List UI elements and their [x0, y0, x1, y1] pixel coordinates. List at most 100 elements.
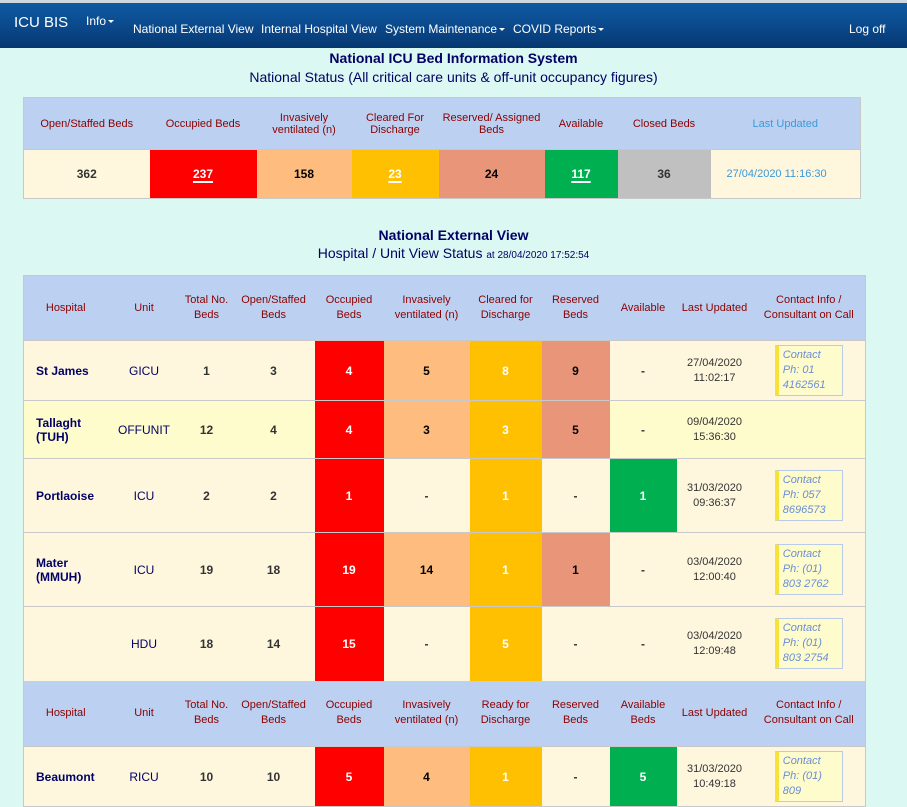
- header-ventilated: Invasively ventilated (n): [256, 97, 352, 150]
- cell-total-beds: 18: [180, 606, 233, 681]
- cell-total-beds: 19: [180, 532, 233, 607]
- header-occupied: Occupied Beds: [314, 275, 384, 341]
- nav-system-maintenance-label: System Maintenance: [385, 22, 498, 36]
- table-row: Beaumont RICU 10 10 5 4 1-5 31/03/2020 10:49:18 C…: [23, 746, 866, 807]
- header-occupied: Occupied Beds: [149, 97, 257, 150]
- cell-available: 1: [609, 458, 677, 533]
- header-reserved: Reserved Beds: [541, 275, 610, 341]
- table-row: St James GICU 1 3 4 5 8 9-27/04/2020 11:02:17 Con…: [23, 340, 866, 401]
- external-title: National External View: [378, 227, 529, 243]
- cell-ventilated: -: [383, 458, 470, 533]
- logoff-link[interactable]: Log off: [849, 22, 885, 36]
- value-ventilated: 158: [256, 149, 352, 199]
- nav-national-external-view[interactable]: National External View: [133, 22, 254, 36]
- header-hospital: Hospital: [23, 680, 108, 747]
- header-closed: Closed Beds: [617, 97, 711, 150]
- external-subtitle: Hospital / Unit View Status: [317, 245, 483, 261]
- cleared-link[interactable]: 23: [388, 167, 401, 181]
- nav-info-label: Info: [86, 14, 107, 28]
- header-hospital: Hospital: [23, 275, 108, 341]
- cell-reserved: 5: [541, 400, 610, 459]
- header-ventilated: Invasively ventilated (n): [383, 275, 470, 341]
- cell-contact-info: Contact Ph: (01) 803 2762: [752, 532, 866, 607]
- national-header-row: Open/Staffed Beds Occupied Beds Invasive…: [23, 97, 861, 150]
- cell-last-updated: 31/03/2020 09:36:37: [676, 458, 753, 533]
- updated-date: 03/04/2020: [686, 555, 743, 568]
- updated-time: 11:02:17: [693, 371, 736, 384]
- contact-phone: Contact Ph: (01) 803 2762: [774, 544, 843, 595]
- cell-occupied: 15: [314, 606, 384, 681]
- value-last-updated: 27/04/2020 11:16:30: [710, 149, 861, 199]
- external-timestamp: at 28/04/2020 17:52:54: [486, 250, 590, 261]
- cell-unit: RICU: [107, 746, 181, 807]
- header-open-staffed: Open/Staffed Beds: [23, 97, 150, 150]
- header-total-beds: Total No. Beds: [180, 275, 233, 341]
- cell-ventilated: 4: [383, 746, 470, 807]
- updated-time: 10:49:18: [693, 777, 736, 790]
- brand-logo[interactable]: ICU BIS: [14, 14, 68, 31]
- top-navbar: ICU BIS Info National External View Inte…: [0, 0, 907, 48]
- header-open-staffed: Open/Staffed Beds: [232, 680, 315, 747]
- cell-open-staffed: 4: [232, 400, 315, 459]
- cell-contact-info: [752, 400, 866, 459]
- nav-covid-reports-menu[interactable]: COVID Reports: [513, 22, 605, 36]
- cell-hospital: Beaumont: [23, 746, 108, 807]
- header-last-updated: Last Updated: [676, 275, 753, 341]
- cell-total-beds: 2: [180, 458, 233, 533]
- cell-reserved: 9: [541, 340, 610, 401]
- cell-available: 5: [609, 746, 677, 807]
- cell-hospital: Portlaoise: [23, 458, 108, 533]
- cell-cleared: 1: [469, 458, 542, 533]
- nav-system-maintenance-menu[interactable]: System Maintenance: [385, 22, 506, 36]
- cell-open-staffed: 18: [232, 532, 315, 607]
- updated-date: 09/04/2020: [686, 415, 743, 428]
- header-cleared: Cleared For Discharge: [351, 97, 439, 150]
- cell-available: -: [609, 532, 677, 607]
- header-cleared: Ready for Discharge: [469, 680, 542, 747]
- header-cleared: Cleared for Discharge: [469, 275, 542, 341]
- header-ventilated: Invasively ventilated (n): [383, 680, 470, 747]
- header-unit: Unit: [107, 680, 181, 747]
- cell-cleared: 1: [469, 532, 542, 607]
- cell-contact-info: Contact Ph: (01) 809: [752, 746, 866, 807]
- nav-info-menu[interactable]: Info: [86, 14, 115, 28]
- cell-total-beds: 12: [180, 400, 233, 459]
- cell-occupied: 4: [314, 400, 384, 459]
- available-link[interactable]: 117: [571, 167, 590, 181]
- occupied-link[interactable]: 237: [193, 167, 213, 181]
- table-row: Mater (MMUH) ICU 19 18 19 14 1 1-03/04/2020 12:0…: [23, 532, 866, 607]
- external-subtitle-wrap: Hospital / Unit View Status at 28/04/202…: [0, 245, 907, 261]
- header-reserved: Reserved Beds: [541, 680, 610, 747]
- cell-cleared: 3: [469, 400, 542, 459]
- cell-open-staffed: 10: [232, 746, 315, 807]
- cell-last-updated: 27/04/2020 11:02:17: [676, 340, 753, 401]
- contact-phone: Contact Ph: (01) 809: [774, 751, 843, 802]
- header-occupied: Occupied Beds: [314, 680, 384, 747]
- cell-hospital: [23, 606, 108, 681]
- nav-covid-reports-label: COVID Reports: [513, 22, 597, 36]
- updated-date: 03/04/2020: [686, 629, 743, 642]
- cell-cleared: 1: [469, 746, 542, 807]
- cell-open-staffed: 2: [232, 458, 315, 533]
- cell-last-updated: 31/03/2020 10:49:18: [676, 746, 753, 807]
- cell-unit: OFFUNIT: [107, 400, 181, 459]
- caret-down-icon: [108, 20, 115, 24]
- table-row: Tallaght (TUH) OFFUNIT 12 4 4 3 3 5-09/04/2020 1…: [23, 400, 866, 459]
- national-subtitle: National Status (All critical care units…: [249, 69, 658, 85]
- caret-down-icon: [499, 28, 506, 32]
- cell-contact-info: Contact Ph: (01) 803 2754: [752, 606, 866, 681]
- cell-total-beds: 10: [180, 746, 233, 807]
- national-status-table: Open/Staffed Beds Occupied Beds Invasive…: [23, 97, 861, 199]
- header-available: Available: [609, 275, 677, 341]
- cell-ventilated: 5: [383, 340, 470, 401]
- hospital-unit-table: Hospital Unit Total No. Beds Open/Staffed B…: [23, 275, 866, 807]
- nav-internal-hospital-view[interactable]: Internal Hospital View: [261, 22, 377, 36]
- cell-available: -: [609, 606, 677, 681]
- cell-open-staffed: 14: [232, 606, 315, 681]
- value-available-cell: 117: [544, 149, 618, 199]
- cell-unit: ICU: [107, 532, 181, 607]
- updated-time: 12:00:40: [693, 570, 736, 583]
- header-available: Available Beds: [609, 680, 677, 747]
- cell-occupied: 4: [314, 340, 384, 401]
- header-contact-info: Contact Info / Consultant on Call: [752, 680, 866, 747]
